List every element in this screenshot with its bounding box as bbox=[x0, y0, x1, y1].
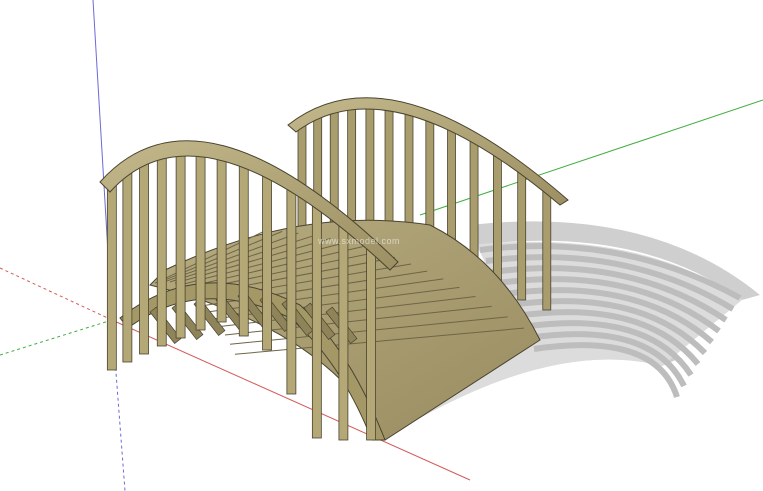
front-railing-post bbox=[286, 183, 297, 395]
back-railing-post bbox=[542, 187, 552, 311]
back-railing-post bbox=[493, 150, 502, 291]
front-railing-post bbox=[106, 177, 117, 371]
front-railing-post bbox=[156, 149, 167, 347]
bridge-scene bbox=[0, 0, 763, 491]
front-railing-post bbox=[139, 155, 149, 355]
front-railing-post bbox=[311, 200, 322, 439]
front-railing-post bbox=[338, 220, 349, 441]
red-axis-dashed bbox=[0, 267, 113, 321]
front-railing-post bbox=[366, 244, 376, 441]
back-railing-post bbox=[365, 102, 375, 239]
green-axis-dashed bbox=[0, 319, 113, 356]
front-railing-post bbox=[216, 151, 227, 323]
front-railing-post bbox=[195, 147, 206, 331]
front-railing-post bbox=[175, 147, 186, 339]
back-railing-post bbox=[384, 103, 394, 236]
front-railing-post bbox=[122, 165, 133, 363]
back-railing-post bbox=[517, 167, 527, 301]
front-railing-post bbox=[262, 169, 272, 351]
front-railing-post bbox=[238, 159, 249, 337]
3d-model-viewport[interactable]: www.sxmodel.com bbox=[0, 0, 763, 491]
